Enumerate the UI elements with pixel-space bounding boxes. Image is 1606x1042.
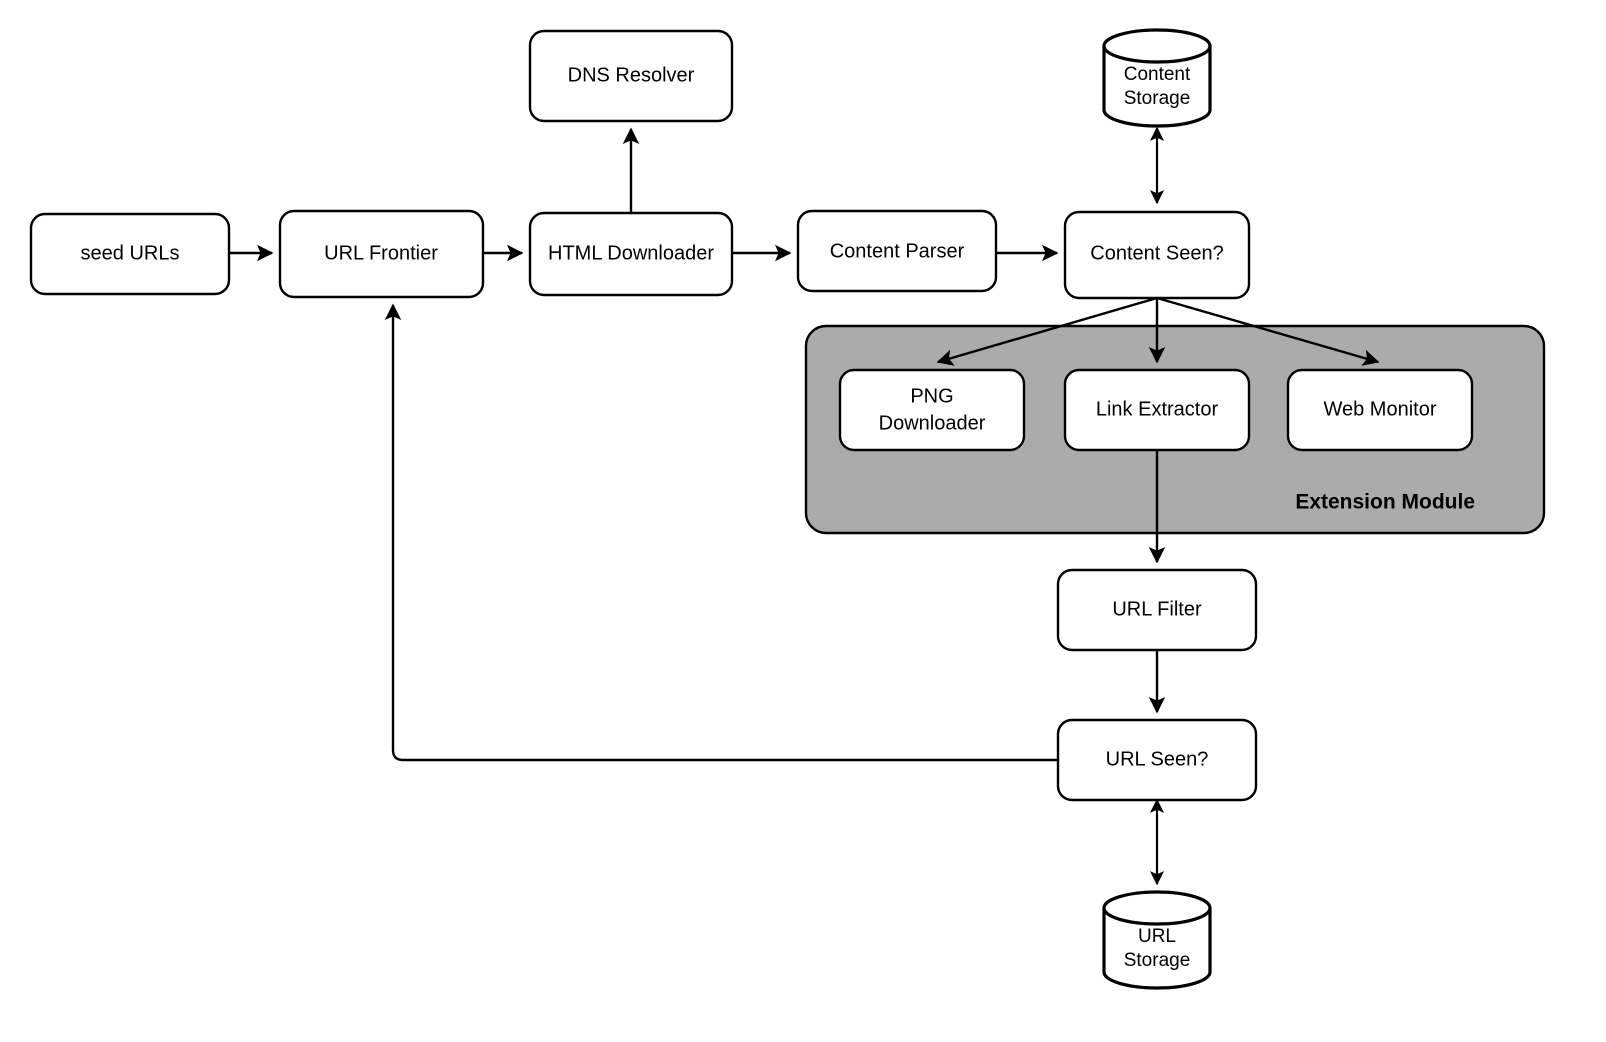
node-png-downloader[interactable]: PNG Downloader bbox=[838, 368, 1026, 452]
node-web-monitor[interactable]: Web Monitor bbox=[1286, 368, 1474, 452]
node-url-filter[interactable]: URL Filter bbox=[1056, 568, 1258, 652]
node-html-downloader[interactable]: HTML Downloader bbox=[528, 211, 734, 297]
web-monitor-label: Web Monitor bbox=[1323, 398, 1436, 420]
node-dns-resolver[interactable]: DNS Resolver bbox=[528, 29, 734, 123]
node-url-frontier[interactable]: URL Frontier bbox=[278, 209, 485, 299]
content-storage-label-line-1: Content bbox=[1124, 64, 1191, 85]
node-link-extractor[interactable]: Link Extractor bbox=[1063, 368, 1251, 452]
node-seed-urls[interactable]: seed URLs bbox=[29, 212, 231, 296]
store-content-storage[interactable]: Content Storage bbox=[1102, 28, 1212, 128]
node-content-parser[interactable]: Content Parser bbox=[796, 209, 998, 293]
node-url-seen[interactable]: URL Seen? bbox=[1056, 718, 1258, 802]
png-downloader-box[interactable] bbox=[838, 368, 1026, 452]
content-seen-label: Content Seen? bbox=[1090, 242, 1223, 264]
url-storage-cylinder-top[interactable] bbox=[1102, 890, 1212, 926]
dns-resolver-label: DNS Resolver bbox=[568, 64, 695, 86]
url-seen-label: URL Seen? bbox=[1106, 748, 1209, 770]
content-storage-label-line-2: Storage bbox=[1124, 88, 1191, 109]
png-downloader-label-line-1: PNG bbox=[910, 385, 953, 407]
html-downloader-label: HTML Downloader bbox=[548, 242, 714, 264]
url-frontier-label: URL Frontier bbox=[324, 242, 438, 264]
link-extractor-label: Link Extractor bbox=[1096, 398, 1219, 420]
node-content-seen[interactable]: Content Seen? bbox=[1063, 210, 1251, 300]
url-storage-label-line-2: Storage bbox=[1124, 950, 1191, 971]
diagram-canvas: Extension Module seed URLs URL Frontier … bbox=[0, 0, 1606, 1042]
store-url-storage[interactable]: URL Storage bbox=[1102, 890, 1212, 990]
content-parser-label: Content Parser bbox=[830, 240, 965, 262]
png-downloader-label-line-2: Downloader bbox=[879, 412, 986, 434]
url-filter-label: URL Filter bbox=[1112, 598, 1202, 620]
content-storage-cylinder-top[interactable] bbox=[1102, 28, 1212, 64]
web-crawler-architecture-diagram: Extension Module seed URLs URL Frontier … bbox=[29, 28, 1546, 990]
url-storage-label-line-1: URL bbox=[1138, 926, 1176, 947]
seed-urls-label: seed URLs bbox=[81, 242, 180, 264]
extension-module-label: Extension Module bbox=[1295, 491, 1475, 514]
